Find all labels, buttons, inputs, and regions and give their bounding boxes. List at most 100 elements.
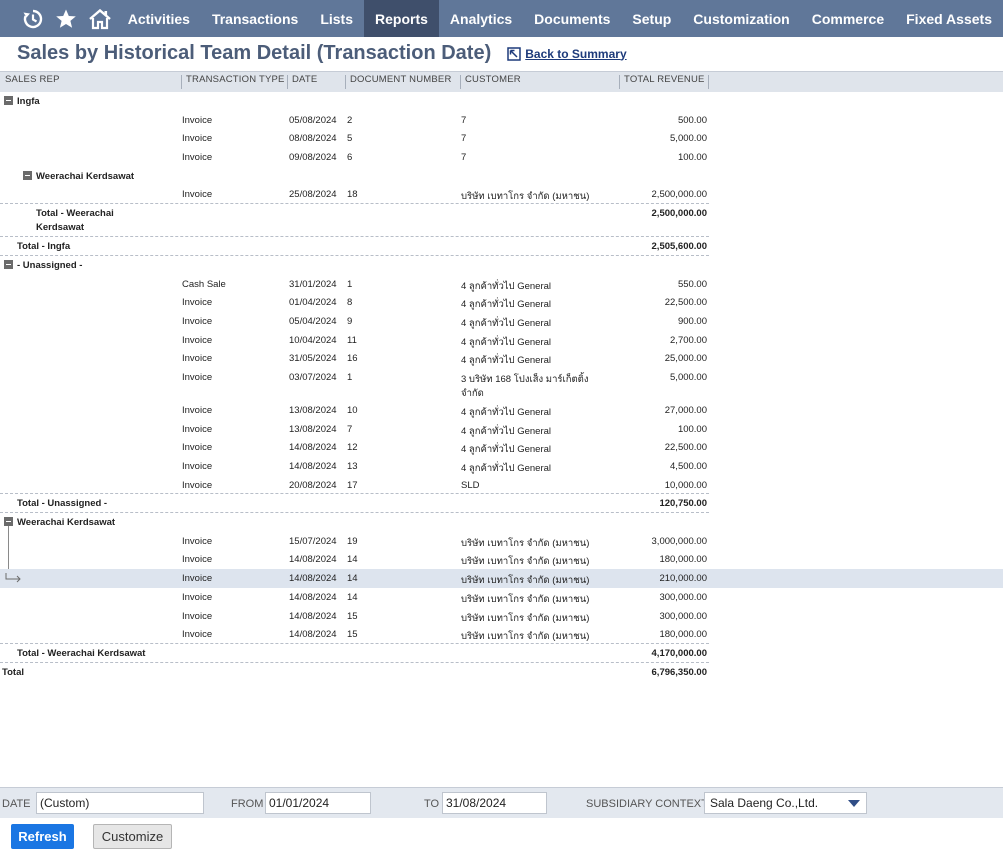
transaction-type-cell[interactable]: Invoice <box>182 353 212 364</box>
transaction-type-cell[interactable]: Invoice <box>182 573 212 584</box>
transaction-row[interactable]: Invoice 13/08/2024 10 4 ลูกค้าทั่วไป Genera… <box>0 401 1003 420</box>
col-customer[interactable]: CUSTOMER <box>465 74 521 85</box>
nav-lists[interactable]: Lists <box>309 0 364 37</box>
subtotal-revenue-cell: 120,750.00 <box>659 498 707 510</box>
collapse-toggle-icon[interactable] <box>4 259 13 269</box>
customer-cell: บริษัท เบทาโกร จำกัด (มหาชน) <box>461 575 590 587</box>
document-number-cell[interactable]: 16 <box>347 353 358 364</box>
transaction-row[interactable]: Invoice 14/08/2024 15 บริษัท เบทาโกร จำกัด … <box>0 625 1003 644</box>
total-revenue-cell: 300,000.00 <box>659 591 707 603</box>
col-document-number[interactable]: DOCUMENT NUMBER <box>350 74 452 85</box>
document-number-cell[interactable]: 14 <box>347 592 358 603</box>
subsidiary-context-select[interactable]: Sala Daeng Co.,Ltd. <box>704 792 867 814</box>
nav-customization[interactable]: Customization <box>682 0 800 37</box>
transaction-type-cell[interactable]: Invoice <box>182 372 212 383</box>
document-number-cell[interactable]: 18 <box>347 189 358 200</box>
favorites-star-icon[interactable] <box>50 0 84 37</box>
document-number-cell[interactable]: 15 <box>347 611 358 622</box>
transaction-row[interactable]: Invoice 14/08/2024 14 บริษัท เบทาโกร จำกัด … <box>0 569 1003 588</box>
nav-setup[interactable]: Setup <box>621 0 682 37</box>
document-number-cell[interactable]: 14 <box>347 554 358 565</box>
date-range-select[interactable]: (Custom) <box>36 792 204 814</box>
transaction-row[interactable]: Invoice 05/08/2024 2 7 500.00 <box>0 111 1003 130</box>
transaction-type-cell[interactable]: Invoice <box>182 424 212 435</box>
document-number-cell[interactable]: 19 <box>347 536 358 547</box>
from-date-input[interactable]: 01/01/2024 <box>265 792 371 814</box>
transaction-row[interactable]: Invoice 20/08/2024 17 SLD 10,000.00 <box>0 476 1003 495</box>
document-number-cell[interactable]: 5 <box>347 133 352 144</box>
transaction-type-cell[interactable]: Invoice <box>182 629 212 640</box>
transaction-row[interactable]: Invoice 14/08/2024 14 บริษัท เบทาโกร จำกัด … <box>0 550 1003 569</box>
document-number-cell[interactable]: 1 <box>347 279 352 290</box>
document-number-cell[interactable]: 13 <box>347 461 358 472</box>
transaction-type-cell[interactable]: Invoice <box>182 297 212 308</box>
collapse-toggle-icon[interactable] <box>4 517 13 527</box>
document-number-cell[interactable]: 10 <box>347 405 358 416</box>
collapse-toggle-icon[interactable] <box>4 96 13 105</box>
customer-cell: 4 ลูกค้าทั่วไป General <box>461 406 552 418</box>
transaction-type-cell[interactable]: Invoice <box>182 133 212 144</box>
transaction-type-cell[interactable]: Invoice <box>182 461 212 472</box>
document-number-cell[interactable]: 17 <box>347 480 358 491</box>
back-to-summary-link[interactable]: Back to Summary <box>507 47 627 61</box>
subtotal-label: Total - Unassigned - <box>17 498 108 510</box>
nav-activities[interactable]: Activities <box>117 0 201 37</box>
transaction-type-cell[interactable]: Invoice <box>182 442 212 453</box>
transaction-row[interactable]: Invoice 13/08/2024 7 4 ลูกค้าทั่วไป General… <box>0 420 1003 439</box>
document-number-cell[interactable]: 7 <box>347 424 352 435</box>
transaction-row[interactable]: Invoice 10/04/2024 11 4 ลูกค้าทั่วไป Genera… <box>0 331 1003 350</box>
col-transaction-type[interactable]: TRANSACTION TYPE <box>186 74 285 85</box>
transaction-type-cell[interactable]: Invoice <box>182 536 212 547</box>
document-number-cell[interactable]: 15 <box>347 629 358 640</box>
transaction-type-cell[interactable]: Invoice <box>182 592 212 603</box>
nav-analytics[interactable]: Analytics <box>439 0 523 37</box>
to-date-input[interactable]: 31/08/2024 <box>442 792 547 814</box>
col-total-revenue[interactable]: TOTAL REVENUE <box>624 74 705 85</box>
transaction-row[interactable]: Invoice 01/04/2024 8 4 ลูกค้าทั่วไป General… <box>0 293 1003 312</box>
document-number-cell[interactable]: 8 <box>347 297 352 308</box>
collapse-toggle-icon[interactable] <box>23 170 32 180</box>
document-number-cell[interactable]: 11 <box>347 335 357 346</box>
document-number-cell[interactable]: 6 <box>347 152 352 163</box>
transaction-row[interactable]: Invoice 08/08/2024 5 7 5,000.00 <box>0 129 1003 148</box>
transaction-row[interactable]: Invoice 14/08/2024 12 4 ลูกค้าทั่วไป Genera… <box>0 438 1003 457</box>
document-number-cell[interactable]: 9 <box>347 316 352 327</box>
transaction-row[interactable]: Invoice 25/08/2024 18 บริษัท เบทาโกร จำกัด … <box>0 185 1003 205</box>
document-number-cell[interactable]: 14 <box>347 573 358 584</box>
transaction-row[interactable]: Invoice 14/08/2024 14 บริษัท เบทาโกร จำกัด … <box>0 588 1003 607</box>
transaction-type-cell[interactable]: Invoice <box>182 611 212 622</box>
document-number-cell[interactable]: 12 <box>347 442 358 453</box>
total-revenue-cell: 5,000.00 <box>670 371 707 383</box>
transaction-row[interactable]: Invoice 09/08/2024 6 7 100.00 <box>0 148 1003 167</box>
col-sales-rep[interactable]: SALES REP <box>5 74 60 85</box>
transaction-row[interactable]: Invoice 05/04/2024 9 4 ลูกค้าทั่วไป General… <box>0 312 1003 331</box>
transaction-row[interactable]: Cash Sale 31/01/2024 1 4 ลูกค้าทั่วไป Gener… <box>0 275 1003 294</box>
transaction-row[interactable]: Invoice 15/07/2024 19 บริษัท เบทาโกร จำกัด … <box>0 532 1003 551</box>
nav-fixed-assets[interactable]: Fixed Assets <box>895 0 1003 37</box>
refresh-button[interactable]: Refresh <box>11 824 74 849</box>
nav-documents[interactable]: Documents <box>523 0 621 37</box>
transaction-row[interactable]: Invoice 03/07/2024 1 3 บริษัท 168 โปงเส็ง ม… <box>0 368 1003 401</box>
transaction-type-cell[interactable]: Invoice <box>182 480 212 491</box>
transaction-type-cell[interactable]: Invoice <box>182 152 212 163</box>
nav-reports[interactable]: Reports <box>364 0 439 37</box>
transaction-row[interactable]: Invoice 14/08/2024 13 4 ลูกค้าทั่วไป Genera… <box>0 457 1003 476</box>
transaction-type-cell[interactable]: Invoice <box>182 405 212 416</box>
transaction-type-cell[interactable]: Cash Sale <box>182 279 226 290</box>
transaction-row[interactable]: Invoice 31/05/2024 16 4 ลูกค้าทั่วไป Genera… <box>0 349 1003 368</box>
transaction-row[interactable]: Invoice 14/08/2024 15 บริษัท เบทาโกร จำกัด … <box>0 607 1003 626</box>
recent-records-icon[interactable] <box>16 0 50 37</box>
nav-commerce[interactable]: Commerce <box>801 0 895 37</box>
transaction-type-cell[interactable]: Invoice <box>182 115 212 126</box>
transaction-type-cell[interactable]: Invoice <box>182 335 212 346</box>
customer-cell: บริษัท เบทาโกร จำกัด (มหาชน) <box>461 593 590 605</box>
customize-button[interactable]: Customize <box>93 824 172 849</box>
col-date[interactable]: DATE <box>292 74 317 85</box>
home-icon[interactable] <box>83 0 117 37</box>
transaction-type-cell[interactable]: Invoice <box>182 554 212 565</box>
transaction-type-cell[interactable]: Invoice <box>182 189 212 200</box>
document-number-cell[interactable]: 2 <box>347 115 352 126</box>
document-number-cell[interactable]: 1 <box>347 372 352 383</box>
nav-transactions[interactable]: Transactions <box>201 0 309 37</box>
transaction-type-cell[interactable]: Invoice <box>182 316 212 327</box>
